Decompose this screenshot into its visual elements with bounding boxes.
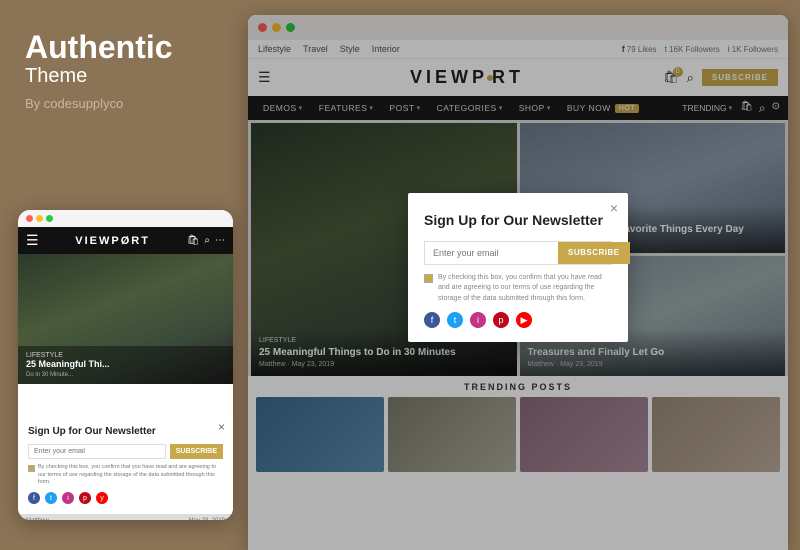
mobile-instagram-icon[interactable]: i bbox=[62, 492, 74, 504]
mobile-newsletter-socials: f t i p y bbox=[28, 492, 223, 504]
mobile-hamburger-icon[interactable]: ☰ bbox=[26, 232, 39, 249]
mobile-pinterest-icon[interactable]: p bbox=[79, 492, 91, 504]
newsletter-checkbox[interactable] bbox=[424, 274, 433, 283]
mobile-more-icon[interactable]: ⋯ bbox=[215, 235, 225, 246]
newsletter-youtube-icon[interactable]: ▶ bbox=[516, 312, 532, 328]
mobile-search-icon[interactable]: ⌕ bbox=[204, 235, 210, 246]
mobile-nav-icons: 🛍 ⌕ ⋯ bbox=[187, 235, 225, 246]
newsletter-input-row: SUBSCRIBE bbox=[424, 241, 612, 265]
mobile-mockup: ☰ VIEWPØRT 🛍 ⌕ ⋯ Lifestyle 25 Meaningful… bbox=[18, 210, 233, 520]
dot-yellow bbox=[36, 215, 43, 222]
mobile-newsletter-close-button[interactable]: × bbox=[218, 420, 225, 434]
mobile-newsletter-checkbox-row: By checking this box, you confirm that y… bbox=[28, 464, 223, 487]
mobile-content: Lifestyle 25 Meaningful Thi... Do in 30 … bbox=[18, 254, 233, 514]
mobile-meta-bar: Matthew May 23, 2019 bbox=[18, 514, 233, 520]
mobile-facebook-icon[interactable]: f bbox=[28, 492, 40, 504]
mobile-newsletter-popup: × Sign Up for Our Newsletter SUBSCRIBE B… bbox=[18, 415, 233, 514]
newsletter-title: Sign Up for Our Newsletter bbox=[424, 211, 612, 229]
brand-subtitle: Theme bbox=[25, 65, 223, 88]
mobile-twitter-icon[interactable]: t bbox=[45, 492, 57, 504]
newsletter-subscribe-button[interactable]: SUBSCRIBE bbox=[558, 242, 630, 264]
mobile-bag-icon[interactable]: 🛍 bbox=[187, 235, 200, 246]
newsletter-modal: × Sign Up for Our Newsletter SUBSCRIBE B… bbox=[408, 193, 628, 343]
mobile-newsletter-input-row: SUBSCRIBE bbox=[28, 444, 223, 459]
mobile-meta-author: Matthew bbox=[26, 518, 49, 520]
dot-red bbox=[26, 215, 33, 222]
newsletter-overlay: × Sign Up for Our Newsletter SUBSCRIBE B… bbox=[248, 15, 788, 550]
mobile-hero-overlay: Lifestyle 25 Meaningful Thi... Do in 30 … bbox=[18, 346, 233, 384]
mobile-newsletter-check-text: By checking this box, you confirm that y… bbox=[38, 464, 223, 487]
mobile-logo: VIEWPØRT bbox=[47, 235, 179, 247]
brand-title: Authentic bbox=[25, 30, 223, 65]
mobile-meta-date: May 23, 2019 bbox=[189, 518, 225, 520]
mobile-hero-image: Lifestyle 25 Meaningful Thi... Do in 30 … bbox=[18, 254, 233, 384]
mobile-youtube-icon[interactable]: y bbox=[96, 492, 108, 504]
newsletter-twitter-icon[interactable]: t bbox=[447, 312, 463, 328]
mobile-top-bar bbox=[18, 210, 233, 227]
newsletter-instagram-icon[interactable]: i bbox=[470, 312, 486, 328]
mobile-hero-category: Lifestyle bbox=[26, 352, 225, 359]
newsletter-socials: f t i p ▶ bbox=[424, 312, 612, 328]
mobile-newsletter-subscribe-button[interactable]: SUBSCRIBE bbox=[170, 444, 223, 459]
newsletter-pinterest-icon[interactable]: p bbox=[493, 312, 509, 328]
newsletter-close-button[interactable]: × bbox=[610, 201, 618, 215]
newsletter-check-text: By checking this box, you confirm that y… bbox=[438, 273, 612, 305]
left-panel: Authentic Theme By codesupplyco ☰ VIEWPØ… bbox=[0, 0, 248, 550]
newsletter-email-input[interactable] bbox=[425, 242, 558, 264]
mobile-newsletter-email-input[interactable] bbox=[28, 444, 166, 459]
mobile-hero-meta: Do in 30 Minute... bbox=[26, 372, 225, 378]
dot-green bbox=[46, 215, 53, 222]
brand-by: By codesupplyco bbox=[25, 96, 223, 111]
mobile-hero-title: 25 Meaningful Thi... bbox=[26, 359, 225, 370]
newsletter-checkbox-row: By checking this box, you confirm that y… bbox=[424, 273, 612, 305]
newsletter-facebook-icon[interactable]: f bbox=[424, 312, 440, 328]
desktop-browser: Lifestyle Travel Style Interior f 79 Lik… bbox=[248, 15, 788, 550]
mobile-nav: ☰ VIEWPØRT 🛍 ⌕ ⋯ bbox=[18, 227, 233, 254]
mobile-newsletter-checkbox[interactable] bbox=[28, 465, 35, 472]
mobile-newsletter-title: Sign Up for Our Newsletter bbox=[28, 425, 223, 438]
